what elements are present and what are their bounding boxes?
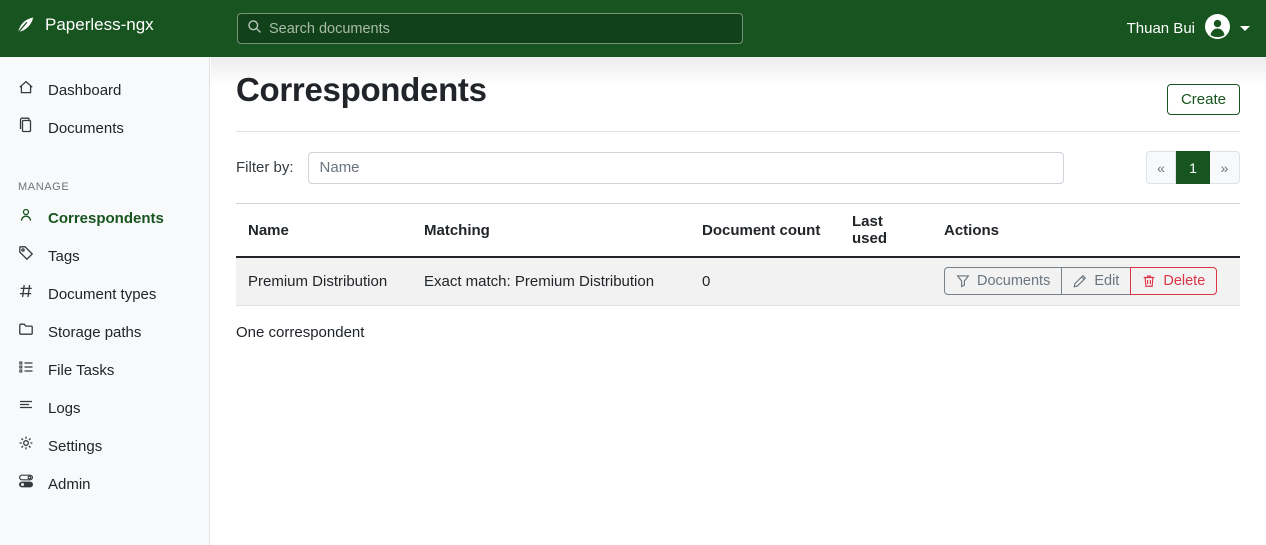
column-header-document-count: Document count xyxy=(690,204,840,258)
pagination-current-page[interactable]: 1 xyxy=(1176,151,1210,184)
app-brand[interactable]: Paperless-ngx xyxy=(14,14,154,36)
sidebar-item-label: Correspondents xyxy=(48,208,164,229)
logo-feather-icon xyxy=(14,14,36,36)
sidebar-item-file-tasks[interactable]: File Tasks xyxy=(0,351,209,389)
sidebar-item-label: Admin xyxy=(48,474,91,495)
column-header-matching: Matching xyxy=(412,204,690,258)
sidebar-item-dashboard[interactable]: Dashboard xyxy=(0,71,209,109)
row-documents-label: Documents xyxy=(977,273,1050,289)
cell-actions: Documents Edit xyxy=(932,257,1240,305)
column-header-actions: Actions xyxy=(932,204,1240,258)
hash-icon xyxy=(18,283,34,305)
row-delete-button[interactable]: Delete xyxy=(1130,267,1217,295)
cell-document-count: 0 xyxy=(690,257,840,305)
top-navbar: Paperless-ngx Thuan Bui xyxy=(0,0,1266,57)
user-menu[interactable]: Thuan Bui xyxy=(1127,0,1250,57)
sidebar-item-document-types[interactable]: Document types xyxy=(0,275,209,313)
folder-icon xyxy=(18,321,34,343)
sidebar-item-tags[interactable]: Tags xyxy=(0,237,209,275)
trash-icon xyxy=(1142,274,1156,288)
sidebar-item-label: Storage paths xyxy=(48,322,141,343)
correspondents-table: Name Matching Document count Last used A… xyxy=(236,203,1240,306)
text-lines-icon xyxy=(18,397,34,419)
global-search xyxy=(237,13,743,44)
files-icon xyxy=(18,117,34,139)
search-icon xyxy=(247,19,262,39)
sidebar-item-admin[interactable]: Admin xyxy=(0,465,209,503)
sidebar-item-storage-paths[interactable]: Storage paths xyxy=(0,313,209,351)
result-count-summary: One correspondent xyxy=(236,324,1240,341)
pencil-icon xyxy=(1073,274,1087,288)
cell-name: Premium Distribution xyxy=(236,257,412,305)
user-name: Thuan Bui xyxy=(1127,20,1195,37)
cell-matching: Exact match: Premium Distribution xyxy=(412,257,690,305)
sidebar-item-logs[interactable]: Logs xyxy=(0,389,209,427)
sidebar-item-label: Tags xyxy=(48,246,80,267)
toggles-icon xyxy=(18,473,34,495)
home-icon xyxy=(18,79,34,101)
sidebar-item-label: Documents xyxy=(48,118,124,139)
avatar xyxy=(1205,14,1230,44)
row-edit-button[interactable]: Edit xyxy=(1061,267,1131,295)
sidebar-item-label: Dashboard xyxy=(48,80,121,101)
table-header-row: Name Matching Document count Last used A… xyxy=(236,204,1240,258)
page-title: Correspondents xyxy=(236,71,487,109)
sidebar: Dashboard Documents MANAGE Correspondent… xyxy=(0,57,210,545)
pagination-prev-button[interactable]: « xyxy=(1146,151,1176,184)
tag-icon xyxy=(18,245,34,267)
list-check-icon xyxy=(18,359,34,381)
main-content: Correspondents Create Filter by: « 1 » N… xyxy=(211,57,1266,545)
pagination: « 1 » xyxy=(1146,151,1240,184)
create-button[interactable]: Create xyxy=(1167,84,1240,115)
row-delete-label: Delete xyxy=(1163,273,1205,289)
person-icon xyxy=(18,207,34,229)
pagination-next-button[interactable]: » xyxy=(1210,151,1240,184)
column-header-last-used: Last used xyxy=(840,204,932,258)
sidebar-item-correspondents[interactable]: Correspondents xyxy=(0,199,209,237)
row-edit-label: Edit xyxy=(1094,273,1119,289)
cell-last-used xyxy=(840,257,932,305)
brand-name: Paperless-ngx xyxy=(45,15,154,35)
funnel-icon xyxy=(956,274,970,288)
row-documents-button[interactable]: Documents xyxy=(944,267,1062,295)
filter-label: Filter by: xyxy=(236,159,294,176)
sidebar-item-label: Settings xyxy=(48,436,102,457)
sidebar-item-settings[interactable]: Settings xyxy=(0,427,209,465)
column-header-name: Name xyxy=(236,204,412,258)
sidebar-item-label: File Tasks xyxy=(48,360,114,381)
filter-name-input[interactable] xyxy=(308,152,1064,184)
sidebar-item-label: Logs xyxy=(48,398,81,419)
table-row: Premium Distribution Exact match: Premiu… xyxy=(236,257,1240,305)
sidebar-item-label: Document types xyxy=(48,284,156,305)
search-input[interactable] xyxy=(269,21,733,37)
gear-icon xyxy=(18,435,34,457)
sidebar-item-documents[interactable]: Documents xyxy=(0,109,209,147)
caret-down-icon xyxy=(1240,26,1250,31)
sidebar-section-manage: MANAGE xyxy=(18,181,191,193)
